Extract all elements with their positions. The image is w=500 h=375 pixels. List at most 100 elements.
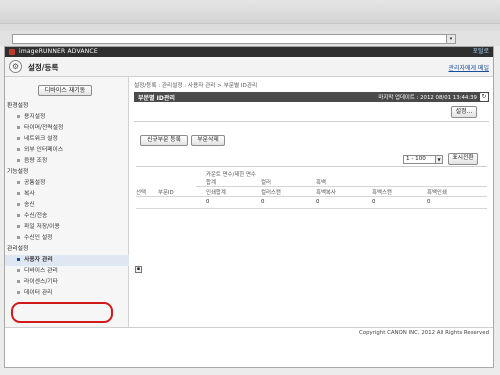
column-header: 흑백복사	[316, 190, 336, 196]
sidebar-item-label: 수신인 설정	[24, 235, 53, 241]
sidebar-item[interactable]: 네트워크 설정	[5, 134, 129, 145]
sidebar-item-label: 관리설정	[7, 246, 29, 252]
brand-product: imageRUNNER ADVANCE	[19, 48, 98, 55]
range-select-value: 1 - 100	[406, 156, 426, 162]
page-title: 설정/등록	[28, 63, 59, 72]
bullet-icon	[17, 236, 20, 239]
bullet-icon	[17, 181, 20, 184]
table-cell: 0	[316, 199, 320, 205]
sidebar-item[interactable]: 사용자 관리	[5, 255, 129, 266]
column-header: 흑백스캔	[372, 190, 392, 196]
sidebar-item[interactable]: 외부 인터페이스	[5, 145, 129, 156]
sidebar-section-header: 기능설정	[5, 167, 129, 178]
sidebar-item-label: 송신	[24, 202, 35, 208]
sidebar-item-label: 외부 인터페이스	[24, 147, 64, 153]
bullet-icon	[17, 126, 20, 129]
column-header: 컬러스캔	[261, 190, 281, 196]
table-cell: 0	[372, 199, 376, 205]
delete-department-button[interactable]: 부문삭제	[191, 135, 225, 146]
sidebar-item[interactable]: 공통설정	[5, 178, 129, 189]
sidebar-item[interactable]: 용지설정	[5, 112, 129, 123]
sidebar-item[interactable]: 복사	[5, 189, 129, 200]
sidebar-item[interactable]: 데이터 관리	[5, 288, 129, 299]
last-updated-text: 마지막 업데이트 : 2012 08/01 13:44:39	[378, 95, 477, 101]
toggle-display-button[interactable]: 표시전환	[448, 153, 478, 165]
column-header: 부문ID	[158, 190, 174, 196]
sidebar-item[interactable]: 라이센스/기타	[5, 277, 129, 288]
register-new-department-button[interactable]: 신규부문 등록	[140, 135, 188, 146]
table-rule	[136, 208, 487, 209]
sidebar-item-label: 복사	[24, 191, 35, 197]
footer: Copyright CANON INC. 2012 All Rights Res…	[5, 327, 493, 367]
sidebar-menu: 환경설정용지설정타이머/전력설정네트워크 설정외부 인터페이스음량 조정기능설정…	[5, 101, 129, 299]
chevron-down-icon: ▼	[435, 156, 442, 163]
address-dropdown-icon[interactable]: ▾	[446, 35, 455, 43]
browser-toolbar	[0, 0, 500, 24]
table-subheader-total: 합계	[206, 180, 216, 186]
sidebar-section-header: 환경설정	[5, 101, 129, 112]
divider	[134, 121, 489, 122]
bullet-icon	[17, 159, 20, 162]
sidebar-item-label: 파일 저장/이용	[24, 224, 60, 230]
table-cell: 0	[427, 199, 431, 205]
table-rule	[136, 196, 487, 197]
brand-bar: imageRUNNER ADVANCE 포털로	[5, 47, 493, 57]
panel-header: 부문별 ID관리 마지막 업데이트 : 2012 08/01 13:44:39 …	[134, 92, 489, 102]
sidebar-item-label: 네트워크 설정	[24, 136, 58, 142]
bullet-icon	[17, 291, 20, 294]
section-toggle-icon[interactable]: ▪	[135, 266, 142, 273]
device-restart-button[interactable]: 디바이스 재기동	[38, 85, 92, 96]
remote-ui-window: imageRUNNER ADVANCE 포털로 ⚙ 설정/등록 관리자에게 메일…	[4, 46, 494, 368]
portal-link[interactable]: 포털로	[472, 47, 489, 57]
sidebar-item-label: 타이머/전력설정	[24, 125, 64, 131]
sidebar-item[interactable]: 수신인 설정	[5, 233, 129, 244]
bullet-icon	[17, 148, 20, 151]
sidebar-item[interactable]: 타이머/전력설정	[5, 123, 129, 134]
sidebar-section-header: 관리설정	[5, 244, 129, 255]
table-cell: 0	[206, 199, 210, 205]
copyright-text: Copyright CANON INC. 2012 All Rights Res…	[359, 330, 489, 336]
department-table: 카운트 면수/제한 면수 합계 컬러 흑백 선택 부문ID 인쇄합계 컬러스캔 …	[136, 166, 487, 218]
panel-title: 부문별 ID관리	[138, 95, 175, 102]
bullet-icon	[17, 192, 20, 195]
sidebar-item[interactable]: 수신/전송	[5, 211, 129, 222]
highlight-callout	[11, 302, 113, 323]
refresh-icon[interactable]: ↻	[480, 93, 488, 101]
table-subheader-bw: 흑백	[316, 180, 326, 186]
sidebar-item-label: 사용자 관리	[24, 257, 53, 263]
sidebar-item[interactable]: 파일 저장/이용	[5, 222, 129, 233]
settings-button[interactable]: 설정...	[451, 106, 477, 118]
canon-logo-icon	[9, 49, 15, 55]
sidebar-item[interactable]: 디바이스 관리	[5, 266, 129, 277]
bullet-icon	[17, 137, 20, 140]
sidebar-item[interactable]: 음량 조정	[5, 156, 129, 167]
sidebar-item-label: 기능설정	[7, 169, 29, 175]
breadcrumb: 설정/등록 : 관리설정 : 사용자 관리 > 부문별 ID관리	[134, 83, 258, 89]
column-header: 선택	[136, 190, 146, 196]
main-content: 설정/등록 : 관리설정 : 사용자 관리 > 부문별 ID관리 부문별 ID관…	[130, 77, 493, 327]
bullet-icon	[17, 203, 20, 206]
sidebar-item-label: 환경설정	[7, 103, 29, 109]
sidebar-item-label: 라이센스/기타	[24, 279, 58, 285]
table-cell: 0	[261, 199, 265, 205]
table-rule	[196, 186, 487, 187]
address-row: ▾	[0, 31, 500, 46]
address-field[interactable]: ▾	[12, 34, 456, 44]
sidebar-item-label: 음량 조정	[24, 158, 48, 164]
sidebar-item-label: 데이터 관리	[24, 290, 53, 296]
sidebar-item[interactable]: 송신	[5, 200, 129, 211]
sidebar-item-label: 공통설정	[24, 180, 46, 186]
page-header: ⚙ 설정/등록 관리자에게 메일	[5, 57, 493, 77]
sidebar-item-label: 용지설정	[24, 114, 46, 120]
range-select[interactable]: 1 - 100 ▼	[403, 155, 443, 164]
column-header: 흑백인쇄	[427, 190, 447, 196]
sidebar-item-label: 디바이스 관리	[24, 268, 58, 274]
sidebar-item-label: 수신/전송	[24, 213, 48, 219]
bullet-icon	[17, 214, 20, 217]
table-subheader-color: 컬러	[261, 180, 271, 186]
settings-gear-icon: ⚙	[9, 60, 22, 73]
table-group-header: 카운트 면수/제한 면수	[206, 172, 256, 178]
bullet-icon	[17, 258, 20, 261]
bullet-icon	[17, 269, 20, 272]
mail-admin-link[interactable]: 관리자에게 메일	[448, 63, 489, 72]
